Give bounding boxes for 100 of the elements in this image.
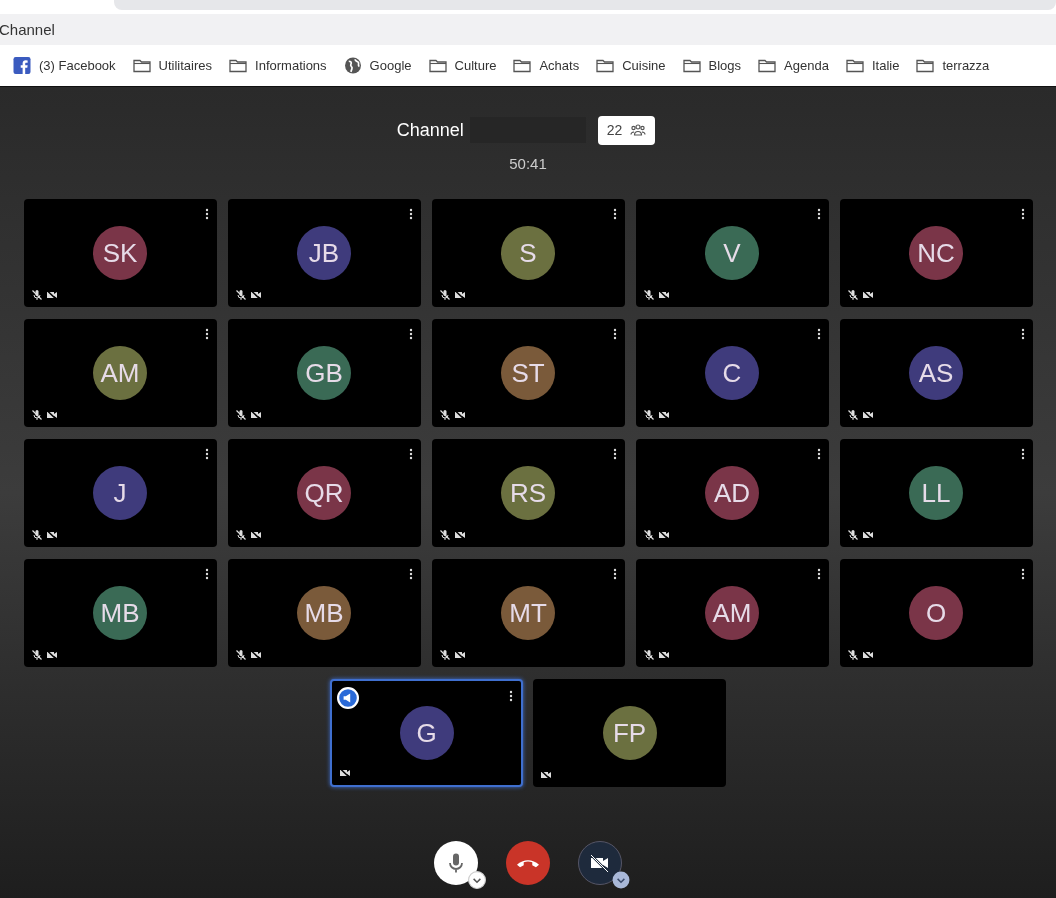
- folder-icon: [596, 57, 615, 74]
- more-options-icon[interactable]: [204, 448, 209, 460]
- video-tile[interactable]: SK: [23, 199, 217, 307]
- video-tile[interactable]: MB: [227, 559, 421, 667]
- more-options-icon[interactable]: [408, 328, 413, 340]
- bookmark[interactable]: Utilitaires: [132, 57, 213, 74]
- participant-initials: QR: [304, 477, 344, 509]
- camera-off-icon: [657, 409, 670, 421]
- participant-initials: AM: [100, 357, 140, 389]
- folder-icon: [916, 57, 935, 74]
- phone-icon: [517, 858, 539, 868]
- more-options-icon[interactable]: [204, 568, 209, 580]
- video-tile[interactable]: AM: [635, 559, 829, 667]
- more-options-icon[interactable]: [1020, 208, 1025, 220]
- more-options-icon[interactable]: [204, 208, 209, 220]
- participant-initials: LL: [921, 477, 951, 509]
- hang-up-button[interactable]: [506, 841, 550, 885]
- video-tile[interactable]: RS: [431, 439, 625, 547]
- video-tile[interactable]: AS: [839, 319, 1033, 427]
- bookmark[interactable]: Informations: [229, 57, 327, 74]
- chevron-down-icon[interactable]: [468, 871, 486, 889]
- participant-initials: NC: [917, 237, 955, 269]
- folder-icon: [229, 57, 248, 74]
- video-tile[interactable]: JB: [227, 199, 421, 307]
- video-tile[interactable]: MT: [431, 559, 625, 667]
- more-options-icon[interactable]: [1020, 328, 1025, 340]
- participant-initials: JB: [308, 237, 340, 269]
- bookmark[interactable]: Agenda: [758, 57, 829, 74]
- participant-initials: S: [519, 237, 537, 269]
- camera-off-icon: [657, 529, 670, 541]
- camera-off-icon: [540, 769, 552, 781]
- video-tile[interactable]: GB: [227, 319, 421, 427]
- camera-off-icon: [657, 289, 670, 301]
- video-tile[interactable]: V: [635, 199, 829, 307]
- participant-count-button[interactable]: 22: [597, 115, 656, 145]
- more-options-icon[interactable]: [612, 328, 617, 340]
- bookmark[interactable]: Cuisine: [596, 57, 666, 74]
- folder-icon: [428, 57, 447, 74]
- more-options-icon[interactable]: [612, 568, 617, 580]
- video-tile[interactable]: J: [23, 439, 217, 547]
- video-tile[interactable]: ST: [431, 319, 625, 427]
- participant-initials: AS: [918, 357, 954, 389]
- more-options-icon[interactable]: [509, 690, 513, 702]
- call-title: Channel: [396, 119, 464, 141]
- camera-off-icon: [45, 409, 58, 421]
- camera-off-icon: [453, 409, 466, 421]
- more-options-icon[interactable]: [612, 448, 617, 460]
- bookmark[interactable]: Italie: [845, 57, 900, 74]
- camera-off-icon: [45, 649, 58, 661]
- video-tile[interactable]: S: [431, 199, 625, 307]
- participant-initials: MT: [509, 597, 547, 629]
- participant-initials: SK: [102, 237, 138, 269]
- video-tile[interactable]: G: [330, 679, 523, 787]
- video-tile[interactable]: AM: [23, 319, 217, 427]
- camera-button[interactable]: [578, 841, 622, 885]
- camera-off-icon: [249, 289, 262, 301]
- video-tile[interactable]: NC: [839, 199, 1033, 307]
- bookmark[interactable]: Achats: [513, 57, 580, 74]
- more-options-icon[interactable]: [816, 208, 821, 220]
- more-options-icon[interactable]: [408, 448, 413, 460]
- folder-icon: [132, 57, 151, 74]
- participant-initials: AM: [712, 597, 752, 629]
- video-tile[interactable]: MB: [23, 559, 217, 667]
- people-icon: [630, 122, 647, 138]
- bookmark[interactable]: (3) Facebook: [13, 57, 116, 74]
- folder-icon: [682, 57, 701, 74]
- video-tile[interactable]: AD: [635, 439, 829, 547]
- more-options-icon[interactable]: [612, 208, 617, 220]
- bookmark[interactable]: terrazza: [916, 57, 990, 74]
- camera-off-icon: [453, 529, 466, 541]
- video-tile[interactable]: FP: [533, 679, 726, 787]
- participant-initials: O: [925, 597, 947, 629]
- folder-icon: [845, 57, 864, 74]
- bookmark[interactable]: Blogs: [682, 57, 742, 74]
- bookmark[interactable]: Culture: [428, 57, 497, 74]
- more-options-icon[interactable]: [204, 328, 209, 340]
- video-tile[interactable]: O: [839, 559, 1033, 667]
- video-tile[interactable]: C: [635, 319, 829, 427]
- participant-initials: AD: [713, 477, 751, 509]
- facebook-icon: [13, 57, 31, 74]
- microphone-button[interactable]: [434, 841, 478, 885]
- video-tile[interactable]: LL: [839, 439, 1033, 547]
- video-tile[interactable]: QR: [227, 439, 421, 547]
- camera-off-icon: [249, 529, 262, 541]
- more-options-icon[interactable]: [816, 328, 821, 340]
- camera-off-icon: [861, 409, 874, 421]
- camera-off-icon: [45, 529, 58, 541]
- camera-off-icon: [249, 649, 262, 661]
- globe-icon: [343, 57, 362, 74]
- camera-off-icon: [657, 649, 670, 661]
- more-options-icon[interactable]: [1020, 568, 1025, 580]
- bookmark[interactable]: Google: [343, 57, 412, 74]
- chevron-down-icon[interactable]: [612, 871, 630, 889]
- more-options-icon[interactable]: [408, 208, 413, 220]
- participant-initials: ST: [511, 357, 545, 389]
- more-options-icon[interactable]: [816, 448, 821, 460]
- more-options-icon[interactable]: [816, 568, 821, 580]
- more-options-icon[interactable]: [1020, 448, 1025, 460]
- camera-off-icon: [249, 409, 262, 421]
- more-options-icon[interactable]: [408, 568, 413, 580]
